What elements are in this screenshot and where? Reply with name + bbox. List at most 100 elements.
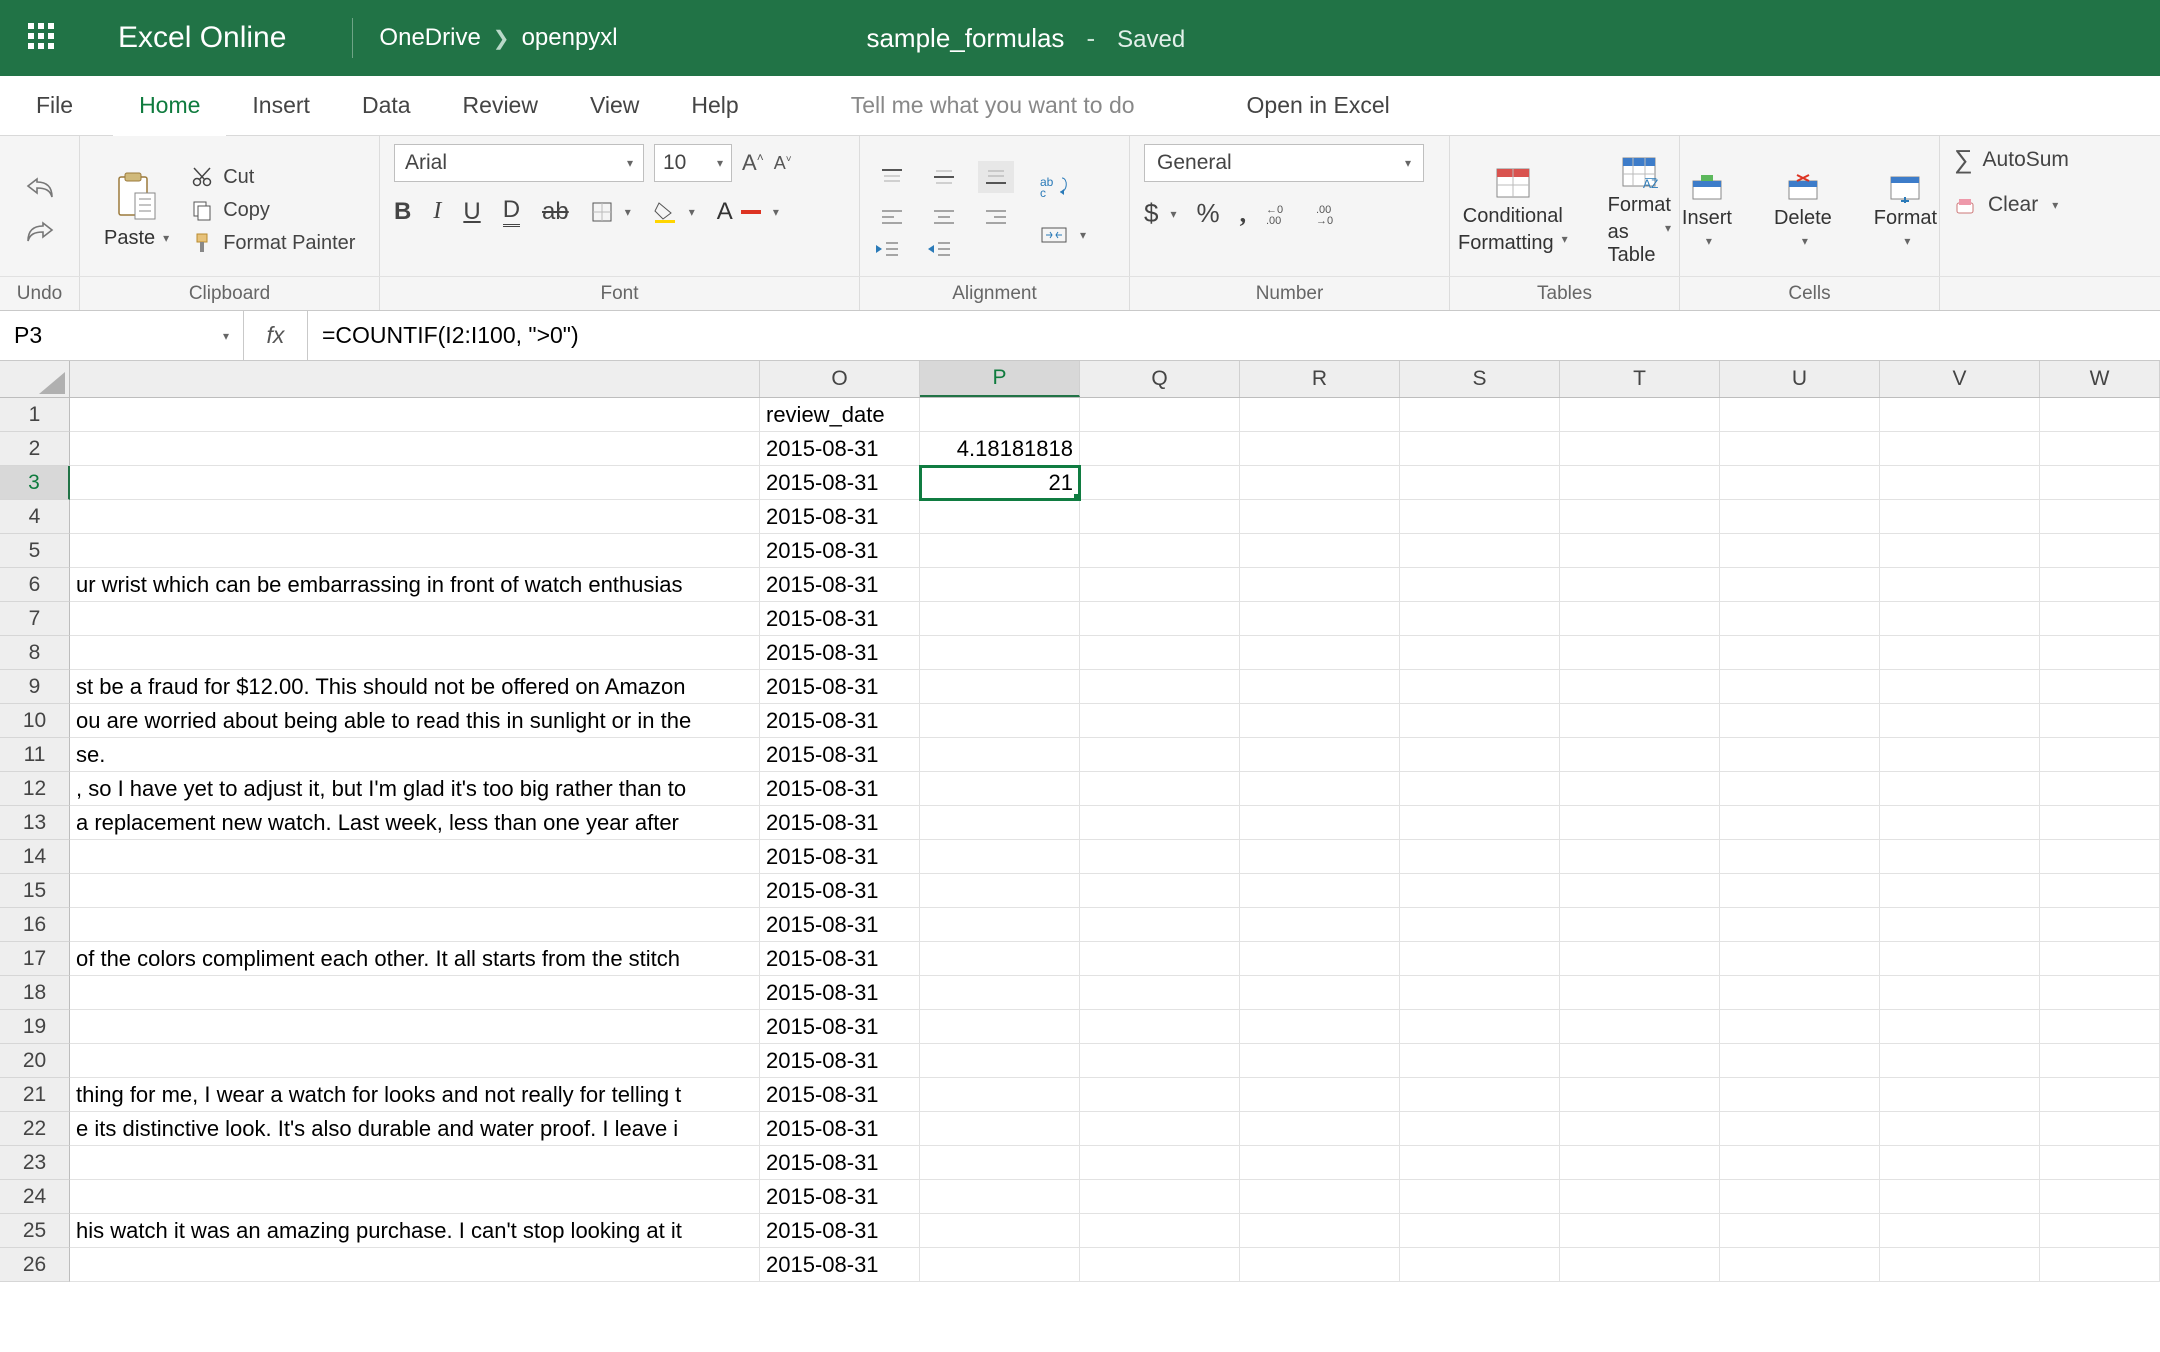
menu-home[interactable]: Home bbox=[113, 76, 226, 135]
menu-help[interactable]: Help bbox=[665, 76, 764, 135]
row-header[interactable]: 4 bbox=[0, 500, 70, 534]
cell-R17[interactable] bbox=[1240, 942, 1400, 976]
cell-V19[interactable] bbox=[1880, 1010, 2040, 1044]
italic-button[interactable]: I bbox=[433, 198, 441, 225]
cell-T12[interactable] bbox=[1560, 772, 1720, 806]
cell-R6[interactable] bbox=[1240, 568, 1400, 602]
cell-U12[interactable] bbox=[1720, 772, 1880, 806]
cell-V4[interactable] bbox=[1880, 500, 2040, 534]
cell-W26[interactable] bbox=[2040, 1248, 2160, 1282]
cell-P26[interactable] bbox=[920, 1248, 1080, 1282]
cell-O24[interactable]: 2015-08-31 bbox=[760, 1180, 920, 1214]
cell-O23[interactable]: 2015-08-31 bbox=[760, 1146, 920, 1180]
cell-R13[interactable] bbox=[1240, 806, 1400, 840]
cell-P12[interactable] bbox=[920, 772, 1080, 806]
cell-S19[interactable] bbox=[1400, 1010, 1560, 1044]
cell-R24[interactable] bbox=[1240, 1180, 1400, 1214]
conditional-formatting-button[interactable]: Conditional Formatting▾ bbox=[1448, 161, 1578, 259]
cell-W24[interactable] bbox=[2040, 1180, 2160, 1214]
open-in-excel[interactable]: Open in Excel bbox=[1211, 76, 1426, 135]
cell-U19[interactable] bbox=[1720, 1010, 1880, 1044]
cell-N5[interactable] bbox=[70, 534, 760, 568]
row-header[interactable]: 10 bbox=[0, 704, 70, 738]
cell-U17[interactable] bbox=[1720, 942, 1880, 976]
cell-N22[interactable]: e its distinctive look. It's also durabl… bbox=[70, 1112, 760, 1146]
cell-U9[interactable] bbox=[1720, 670, 1880, 704]
cell-Q8[interactable] bbox=[1080, 636, 1240, 670]
cell-W3[interactable] bbox=[2040, 466, 2160, 500]
cell-P15[interactable] bbox=[920, 874, 1080, 908]
cell-V2[interactable] bbox=[1880, 432, 2040, 466]
cell-V12[interactable] bbox=[1880, 772, 2040, 806]
cell-T3[interactable] bbox=[1560, 466, 1720, 500]
cell-P20[interactable] bbox=[920, 1044, 1080, 1078]
cell-O18[interactable]: 2015-08-31 bbox=[760, 976, 920, 1010]
cell-U6[interactable] bbox=[1720, 568, 1880, 602]
shrink-font-icon[interactable]: A˅ bbox=[774, 153, 792, 174]
cell-V16[interactable] bbox=[1880, 908, 2040, 942]
menu-insert[interactable]: Insert bbox=[226, 76, 336, 135]
cell-Q22[interactable] bbox=[1080, 1112, 1240, 1146]
cell-Q9[interactable] bbox=[1080, 670, 1240, 704]
cell-V20[interactable] bbox=[1880, 1044, 2040, 1078]
cell-P9[interactable] bbox=[920, 670, 1080, 704]
font-size-combo[interactable]: 10▾ bbox=[654, 144, 732, 182]
cell-P7[interactable] bbox=[920, 602, 1080, 636]
cell-R20[interactable] bbox=[1240, 1044, 1400, 1078]
row-header[interactable]: 21 bbox=[0, 1078, 70, 1112]
cell-N23[interactable] bbox=[70, 1146, 760, 1180]
align-right-icon[interactable] bbox=[978, 201, 1014, 233]
cell-W12[interactable] bbox=[2040, 772, 2160, 806]
cell-O3[interactable]: 2015-08-31 bbox=[760, 466, 920, 500]
cell-T18[interactable] bbox=[1560, 976, 1720, 1010]
cell-U26[interactable] bbox=[1720, 1248, 1880, 1282]
cell-V3[interactable] bbox=[1880, 466, 2040, 500]
cell-T22[interactable] bbox=[1560, 1112, 1720, 1146]
cell-R21[interactable] bbox=[1240, 1078, 1400, 1112]
cell-S18[interactable] bbox=[1400, 976, 1560, 1010]
cell-R8[interactable] bbox=[1240, 636, 1400, 670]
copy-button[interactable]: Copy bbox=[191, 199, 355, 222]
cell-U1[interactable] bbox=[1720, 398, 1880, 432]
cell-P22[interactable] bbox=[920, 1112, 1080, 1146]
fill-color-button[interactable]: ▾ bbox=[653, 201, 695, 223]
cell-U16[interactable] bbox=[1720, 908, 1880, 942]
cell-U24[interactable] bbox=[1720, 1180, 1880, 1214]
cell-R5[interactable] bbox=[1240, 534, 1400, 568]
cell-R14[interactable] bbox=[1240, 840, 1400, 874]
align-middle-icon[interactable] bbox=[926, 161, 962, 193]
menu-review[interactable]: Review bbox=[437, 76, 564, 135]
font-color-button[interactable]: A▾ bbox=[717, 198, 779, 226]
cell-S14[interactable] bbox=[1400, 840, 1560, 874]
format-as-table-button[interactable]: A͞Z Format as Table▾ bbox=[1598, 150, 1681, 271]
cell-W13[interactable] bbox=[2040, 806, 2160, 840]
cell-P17[interactable] bbox=[920, 942, 1080, 976]
cell-V10[interactable] bbox=[1880, 704, 2040, 738]
cell-R11[interactable] bbox=[1240, 738, 1400, 772]
cell-U14[interactable] bbox=[1720, 840, 1880, 874]
name-box[interactable]: P3 ▾ bbox=[0, 311, 244, 360]
cell-W9[interactable] bbox=[2040, 670, 2160, 704]
document-name[interactable]: sample_formulas bbox=[866, 23, 1064, 54]
cell-W15[interactable] bbox=[2040, 874, 2160, 908]
fx-label[interactable]: fx bbox=[244, 311, 308, 360]
insert-cells-button[interactable]: Insert▾ bbox=[1672, 169, 1742, 252]
cell-P18[interactable] bbox=[920, 976, 1080, 1010]
cell-N9[interactable]: st be a fraud for $12.00. This should no… bbox=[70, 670, 760, 704]
row-header[interactable]: 25 bbox=[0, 1214, 70, 1248]
cell-T21[interactable] bbox=[1560, 1078, 1720, 1112]
cell-P8[interactable] bbox=[920, 636, 1080, 670]
column-header-Q[interactable]: Q bbox=[1080, 361, 1240, 397]
select-all-corner[interactable] bbox=[0, 361, 70, 397]
cell-N10[interactable]: ou are worried about being able to read … bbox=[70, 704, 760, 738]
cell-P24[interactable] bbox=[920, 1180, 1080, 1214]
wrap-text-button[interactable]: abc bbox=[1040, 174, 1086, 198]
cell-P16[interactable] bbox=[920, 908, 1080, 942]
cell-W2[interactable] bbox=[2040, 432, 2160, 466]
cell-U10[interactable] bbox=[1720, 704, 1880, 738]
cell-O5[interactable]: 2015-08-31 bbox=[760, 534, 920, 568]
cell-U15[interactable] bbox=[1720, 874, 1880, 908]
row-header[interactable]: 6 bbox=[0, 568, 70, 602]
format-painter-button[interactable]: Format Painter bbox=[191, 232, 355, 255]
cell-T8[interactable] bbox=[1560, 636, 1720, 670]
